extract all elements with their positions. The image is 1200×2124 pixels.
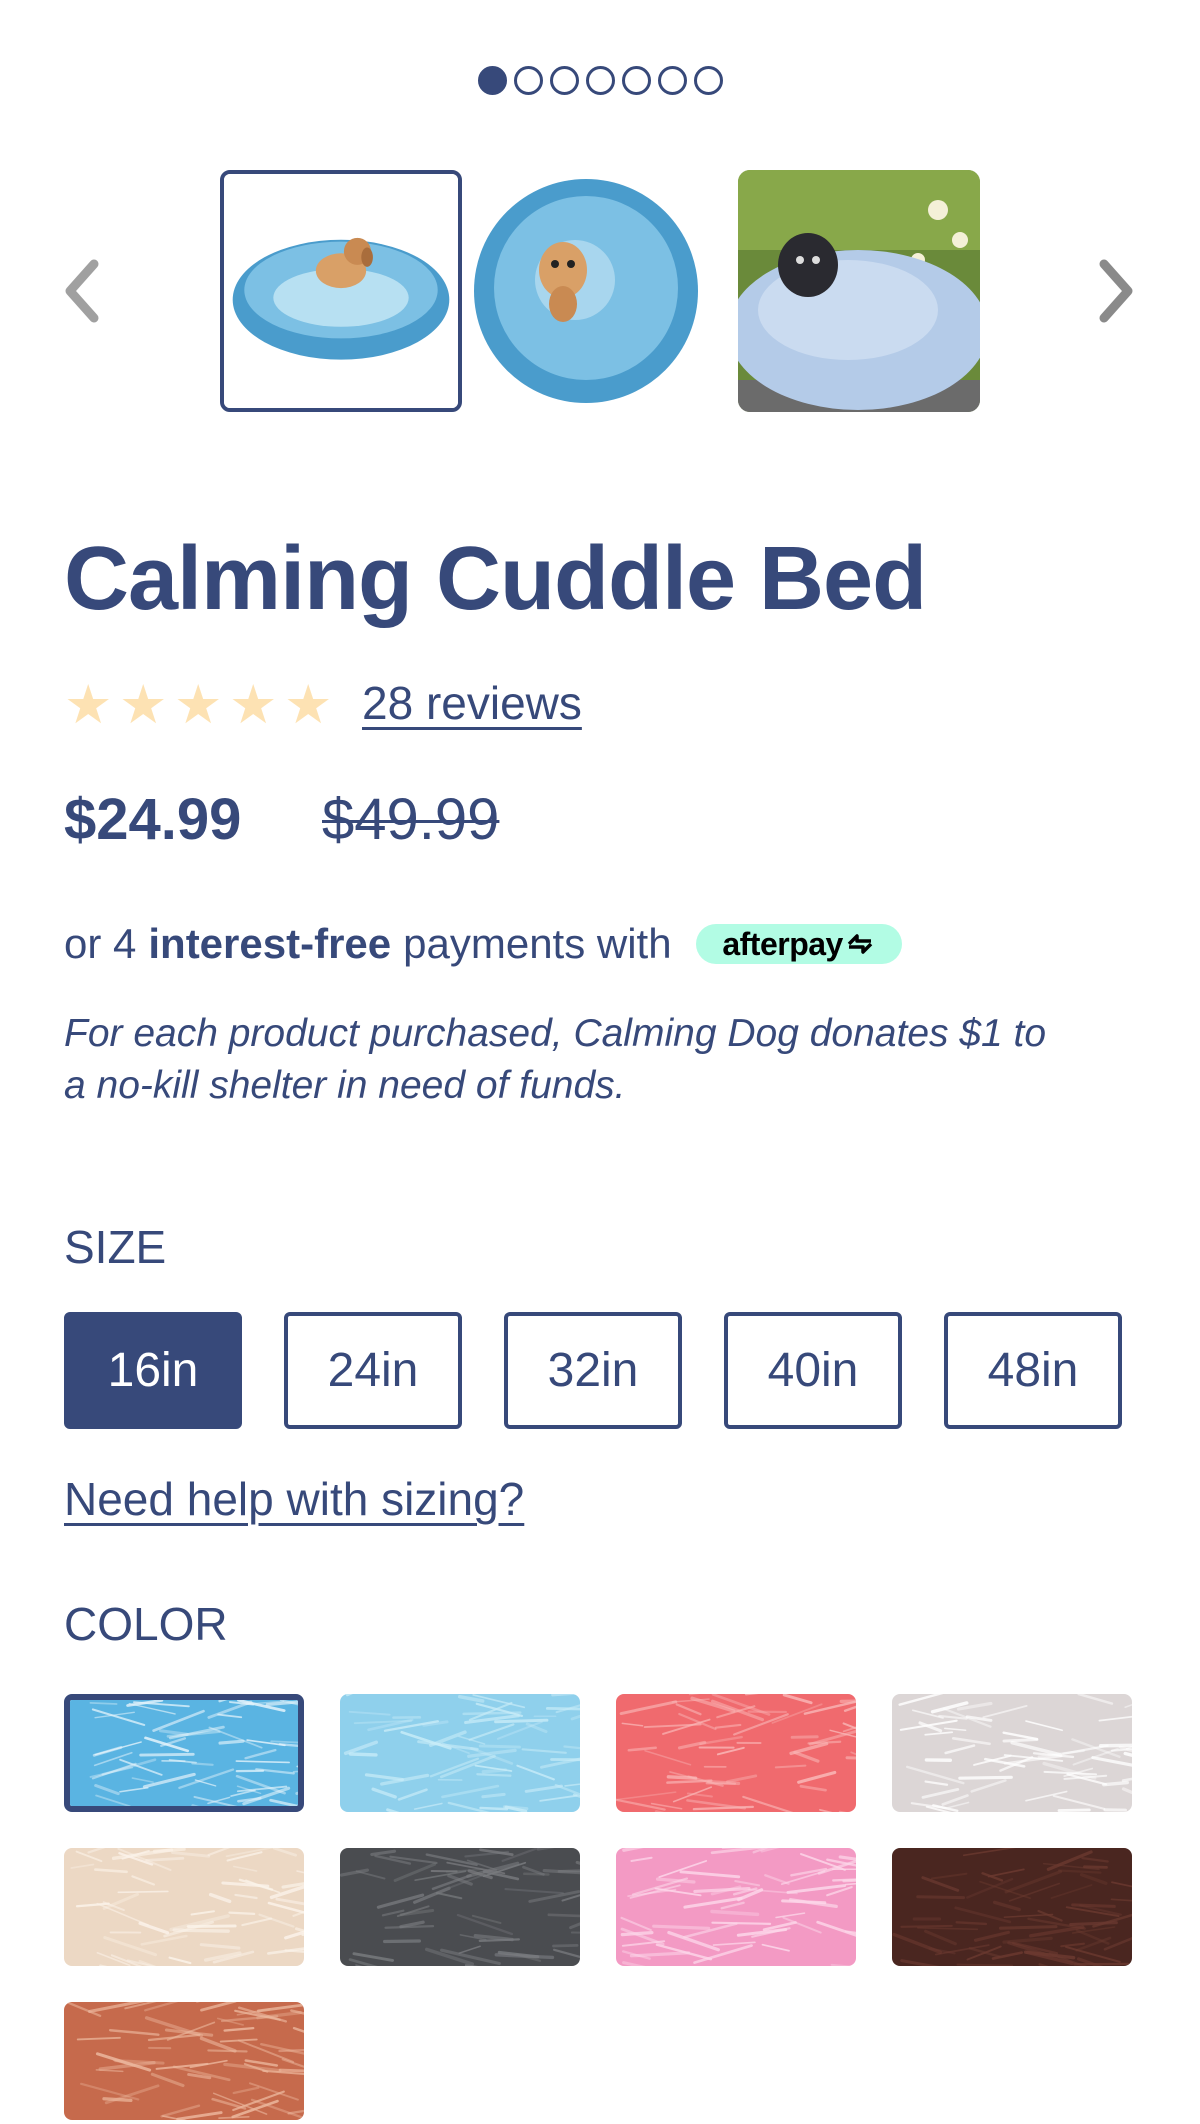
size-option-40in[interactable]: 40in [724, 1312, 902, 1429]
sale-price: $24.99 [64, 787, 242, 852]
carousel-pagination [0, 66, 1200, 95]
chevron-right-icon[interactable] [1090, 256, 1140, 326]
size-label: SIZE [64, 1221, 167, 1273]
sizing-help-link[interactable]: Need help with sizing? [64, 1472, 524, 1526]
rating-stars: ★ ★ ★ ★ ★ [64, 675, 334, 735]
star-icon: ★ [229, 675, 278, 735]
color-swatch-cream[interactable] [64, 1848, 304, 1966]
pagination-dot[interactable] [477, 66, 507, 95]
pagination-dot[interactable] [693, 66, 723, 95]
color-swatch-rust[interactable] [64, 2002, 304, 2120]
afterpay-badge-text: afterpay [722, 925, 843, 962]
size-option-32in[interactable]: 32in [504, 1312, 682, 1429]
color-swatch-sky-blue[interactable] [340, 1694, 580, 1812]
reviews-link[interactable]: 28 reviews [362, 676, 582, 730]
thumbnail-blue-bed-puppy-front[interactable] [465, 170, 707, 412]
afterpay-message: or 4 interest-free payments with afterpa… [64, 920, 902, 968]
size-option-16in[interactable]: 16in [64, 1312, 242, 1429]
product-title: Calming Cuddle Bed [64, 529, 927, 629]
afterpay-bold: interest-free [148, 920, 392, 967]
color-swatches [64, 1694, 1140, 2120]
color-swatch-coral-red[interactable] [616, 1694, 856, 1812]
color-swatch-blue-tie-dye[interactable] [64, 1694, 304, 1812]
original-price: $49.99 [322, 787, 500, 852]
pagination-dot[interactable] [513, 66, 543, 95]
thumbnail-blue-bed-puppy-side[interactable] [220, 170, 462, 412]
afterpay-logo[interactable]: afterpay [695, 924, 902, 964]
pagination-dot[interactable] [549, 66, 579, 95]
star-icon: ★ [174, 675, 223, 735]
size-option-48in[interactable]: 48in [944, 1312, 1122, 1429]
pagination-dot[interactable] [585, 66, 615, 95]
color-swatch-chocolate[interactable] [892, 1848, 1132, 1966]
color-swatch-pink[interactable] [616, 1848, 856, 1966]
star-icon: ★ [64, 675, 113, 735]
chevron-left-icon[interactable] [58, 256, 108, 326]
color-swatch-charcoal[interactable] [340, 1848, 580, 1966]
afterpay-suffix: payments with [403, 920, 672, 967]
donation-notice: For each product purchased, Calming Dog … [64, 1012, 1047, 1107]
image-carousel [0, 170, 1200, 412]
star-icon: ★ [119, 675, 168, 735]
afterpay-prefix: or 4 [64, 920, 137, 967]
pagination-dot[interactable] [621, 66, 651, 95]
thumbnail-light-blue-bed-outdoor-dog[interactable] [738, 170, 980, 412]
star-icon: ★ [284, 675, 333, 735]
size-options: 16in 24in 32in 40in 48in [64, 1312, 1122, 1429]
color-swatch-light-gray[interactable] [892, 1694, 1132, 1812]
color-label: COLOR [64, 1598, 228, 1650]
afterpay-arrows-icon [847, 934, 873, 954]
pagination-dot[interactable] [657, 66, 687, 95]
size-option-24in[interactable]: 24in [284, 1312, 462, 1429]
